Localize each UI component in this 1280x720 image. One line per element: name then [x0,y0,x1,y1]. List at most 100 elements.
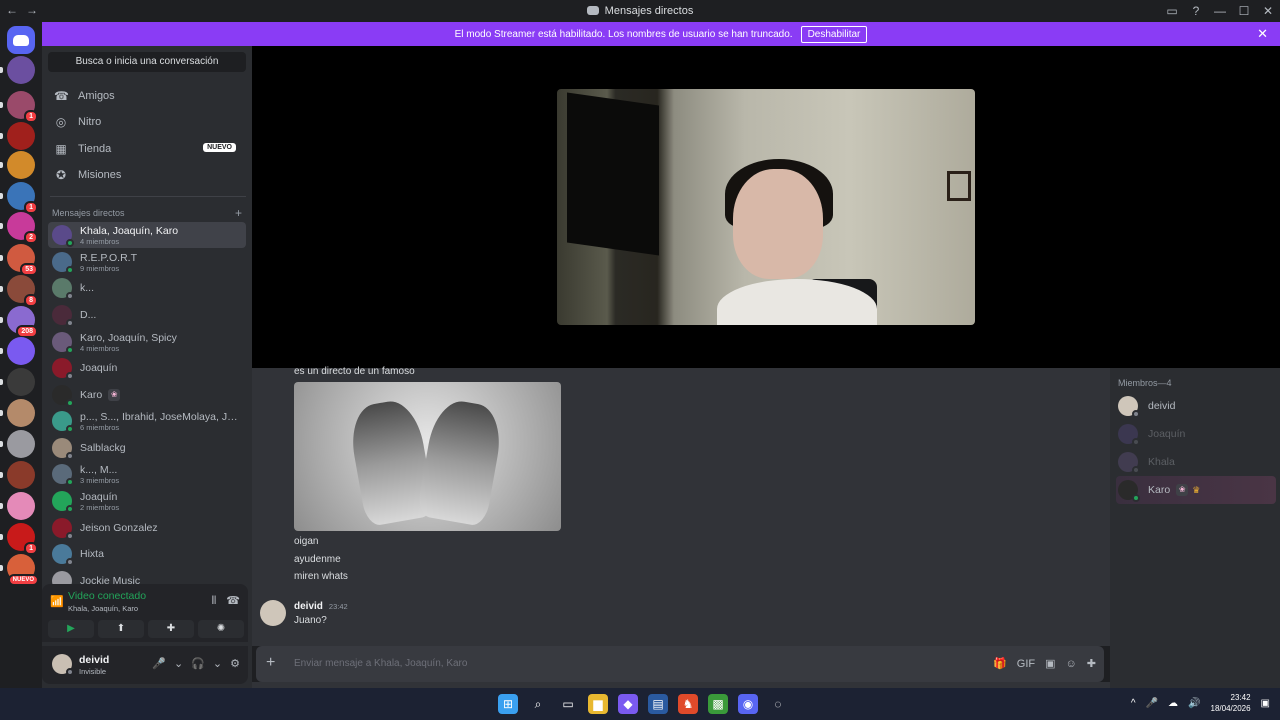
member-item[interactable]: deivid [1116,392,1276,420]
maximize-button[interactable]: ☐ [1232,0,1256,22]
user-status: Invisible [79,667,107,676]
camera-feed[interactable] [557,89,975,325]
home-button[interactable] [7,26,35,54]
volume-icon[interactable]: 🔊 [1188,698,1200,709]
server-icon[interactable] [7,430,35,458]
avatar[interactable] [260,600,286,626]
server-icon[interactable]: NUEVO [7,554,39,586]
disconnect-icon[interactable]: ☎ [226,595,240,607]
dm-item[interactable]: D... [48,302,246,328]
apps-icon[interactable]: ✚ [1087,658,1096,670]
server-icon[interactable] [7,122,35,150]
brave-icon[interactable]: ♞ [678,694,698,714]
nav-friends[interactable]: ☎ Amigos [50,83,246,109]
gif-icon[interactable]: GIF [1017,658,1035,670]
status-dot [66,399,74,407]
start-icon[interactable]: ⊞ [498,694,518,714]
server-icon[interactable]: 1 [7,182,38,214]
message-author[interactable]: deivid 23:42 [294,601,348,612]
dm-item[interactable]: Khala, Joaquín, Karo 4 miembros [48,222,246,248]
screen-share-button[interactable]: ⬆ [98,620,144,638]
server-icon[interactable]: 53 [7,244,38,276]
minecraft-icon[interactable]: ▩ [708,694,728,714]
voice-status[interactable]: Video conectado [68,590,146,602]
server-icon[interactable] [7,56,35,84]
search-icon[interactable]: ⌕ [528,694,548,714]
nav-nitro[interactable]: ◎ Nitro [50,109,246,135]
banner-close-icon[interactable]: ✕ [1257,26,1268,42]
server-icon[interactable]: 2 [7,212,38,244]
microphone-icon[interactable]: 🎤 [152,658,166,670]
file-explorer-icon[interactable]: ▆ [588,694,608,714]
message-text: ayudenme [294,554,341,565]
dm-item[interactable]: Joaquín [48,355,246,381]
conversation-search[interactable]: Busca o inicia una conversación [48,52,246,72]
soundboard-button[interactable]: ✺ [198,620,244,638]
unread-badge: 53 [20,263,38,276]
inbox-icon[interactable]: ▭ [1160,0,1184,22]
noise-suppression-icon[interactable]: ⦀ [211,595,216,607]
help-icon[interactable]: ? [1184,0,1208,22]
activities-button[interactable]: ✚ [148,620,194,638]
emoji-icon[interactable]: ☺ [1066,658,1077,670]
server-icon[interactable] [7,151,35,179]
member-item[interactable]: Khala [1116,448,1276,476]
browser-icon[interactable]: ◌ [768,694,788,714]
chevron-down-icon[interactable]: ⌄ [174,658,183,670]
dm-item[interactable]: p..., S..., Ibrahid, JoseMolaya, Jud... 6… [48,408,246,434]
status-dot [66,532,74,540]
server-icon[interactable] [7,399,35,427]
server-icon[interactable]: 1 [7,523,38,555]
member-item[interactable]: Joaquín [1116,420,1276,448]
disable-streamer-button[interactable]: Deshabilitar [800,25,868,43]
dm-item[interactable]: k..., M... 3 miembros [48,461,246,487]
camera-button[interactable]: ▶ [48,620,94,638]
server-icon[interactable]: 8 [7,275,38,307]
member-item[interactable]: Karo ❀ ♛ [1116,476,1276,504]
server-icon[interactable]: 208 [7,306,38,338]
microphone-icon[interactable]: 🎤 [1146,698,1158,709]
task-view-icon[interactable]: ▭ [558,694,578,714]
flower-tag-icon: ❀ [108,389,121,402]
server-icon[interactable] [7,492,35,520]
server-icon[interactable] [7,461,35,489]
image-attachment[interactable] [294,382,561,531]
copilot-icon[interactable]: ◆ [618,694,638,714]
gear-icon[interactable]: ⚙ [230,658,240,670]
message-input[interactable]: Enviar mensaje a Khala, Joaquín, Karo [294,658,467,669]
close-window-button[interactable]: ✕ [1256,0,1280,22]
message-composer[interactable]: + Enviar mensaje a Khala, Joaquín, Karo … [256,646,1104,682]
nav-shop[interactable]: ▦ Tienda NUEVO [50,136,246,162]
tray-chevron-icon[interactable]: ^ [1131,698,1136,709]
dm-name-text: Joaquín [80,490,118,503]
nav-quests[interactable]: ✪ Misiones [50,162,246,188]
sticker-icon[interactable]: ▣ [1045,658,1055,670]
plus-icon[interactable]: + [266,654,275,672]
dm-item[interactable]: k... [48,275,246,301]
server-pill [0,133,3,139]
chevron-down-icon[interactable]: ⌄ [213,658,222,670]
network-icon[interactable]: ☁ [1168,698,1178,709]
dm-item[interactable]: Hixta [48,541,246,567]
server-icon[interactable] [7,337,35,365]
dm-item[interactable]: Salblackg [48,435,246,461]
status-dot [66,346,74,354]
headphones-icon[interactable]: 🎧 [191,658,205,670]
dm-item[interactable]: Jeison Gonzalez [48,515,246,541]
avatar[interactable] [52,654,74,676]
minimize-button[interactable]: — [1208,0,1232,22]
server-icon[interactable] [7,368,35,396]
gift-icon[interactable]: 🎁 [993,658,1007,670]
dm-name: Salblackg [80,442,240,454]
server-icon[interactable]: 1 [7,91,38,123]
discord-icon[interactable]: ◉ [738,694,758,714]
dm-item[interactable]: Karo ❀ [48,382,246,408]
dm-item[interactable]: Karo, Joaquín, Spicy 4 miembros [48,329,246,355]
notification-icon[interactable]: ▣ [1261,698,1270,709]
dm-item[interactable]: Joaquín 2 miembros [48,488,246,514]
server-pill [0,379,3,385]
clock[interactable]: 23:42 18/04/2026 [1211,692,1251,714]
store-icon[interactable]: ▤ [648,694,668,714]
add-dm-icon[interactable]: + [235,206,242,220]
dm-item[interactable]: R.E.P.O.R.T 9 miembros [48,249,246,275]
